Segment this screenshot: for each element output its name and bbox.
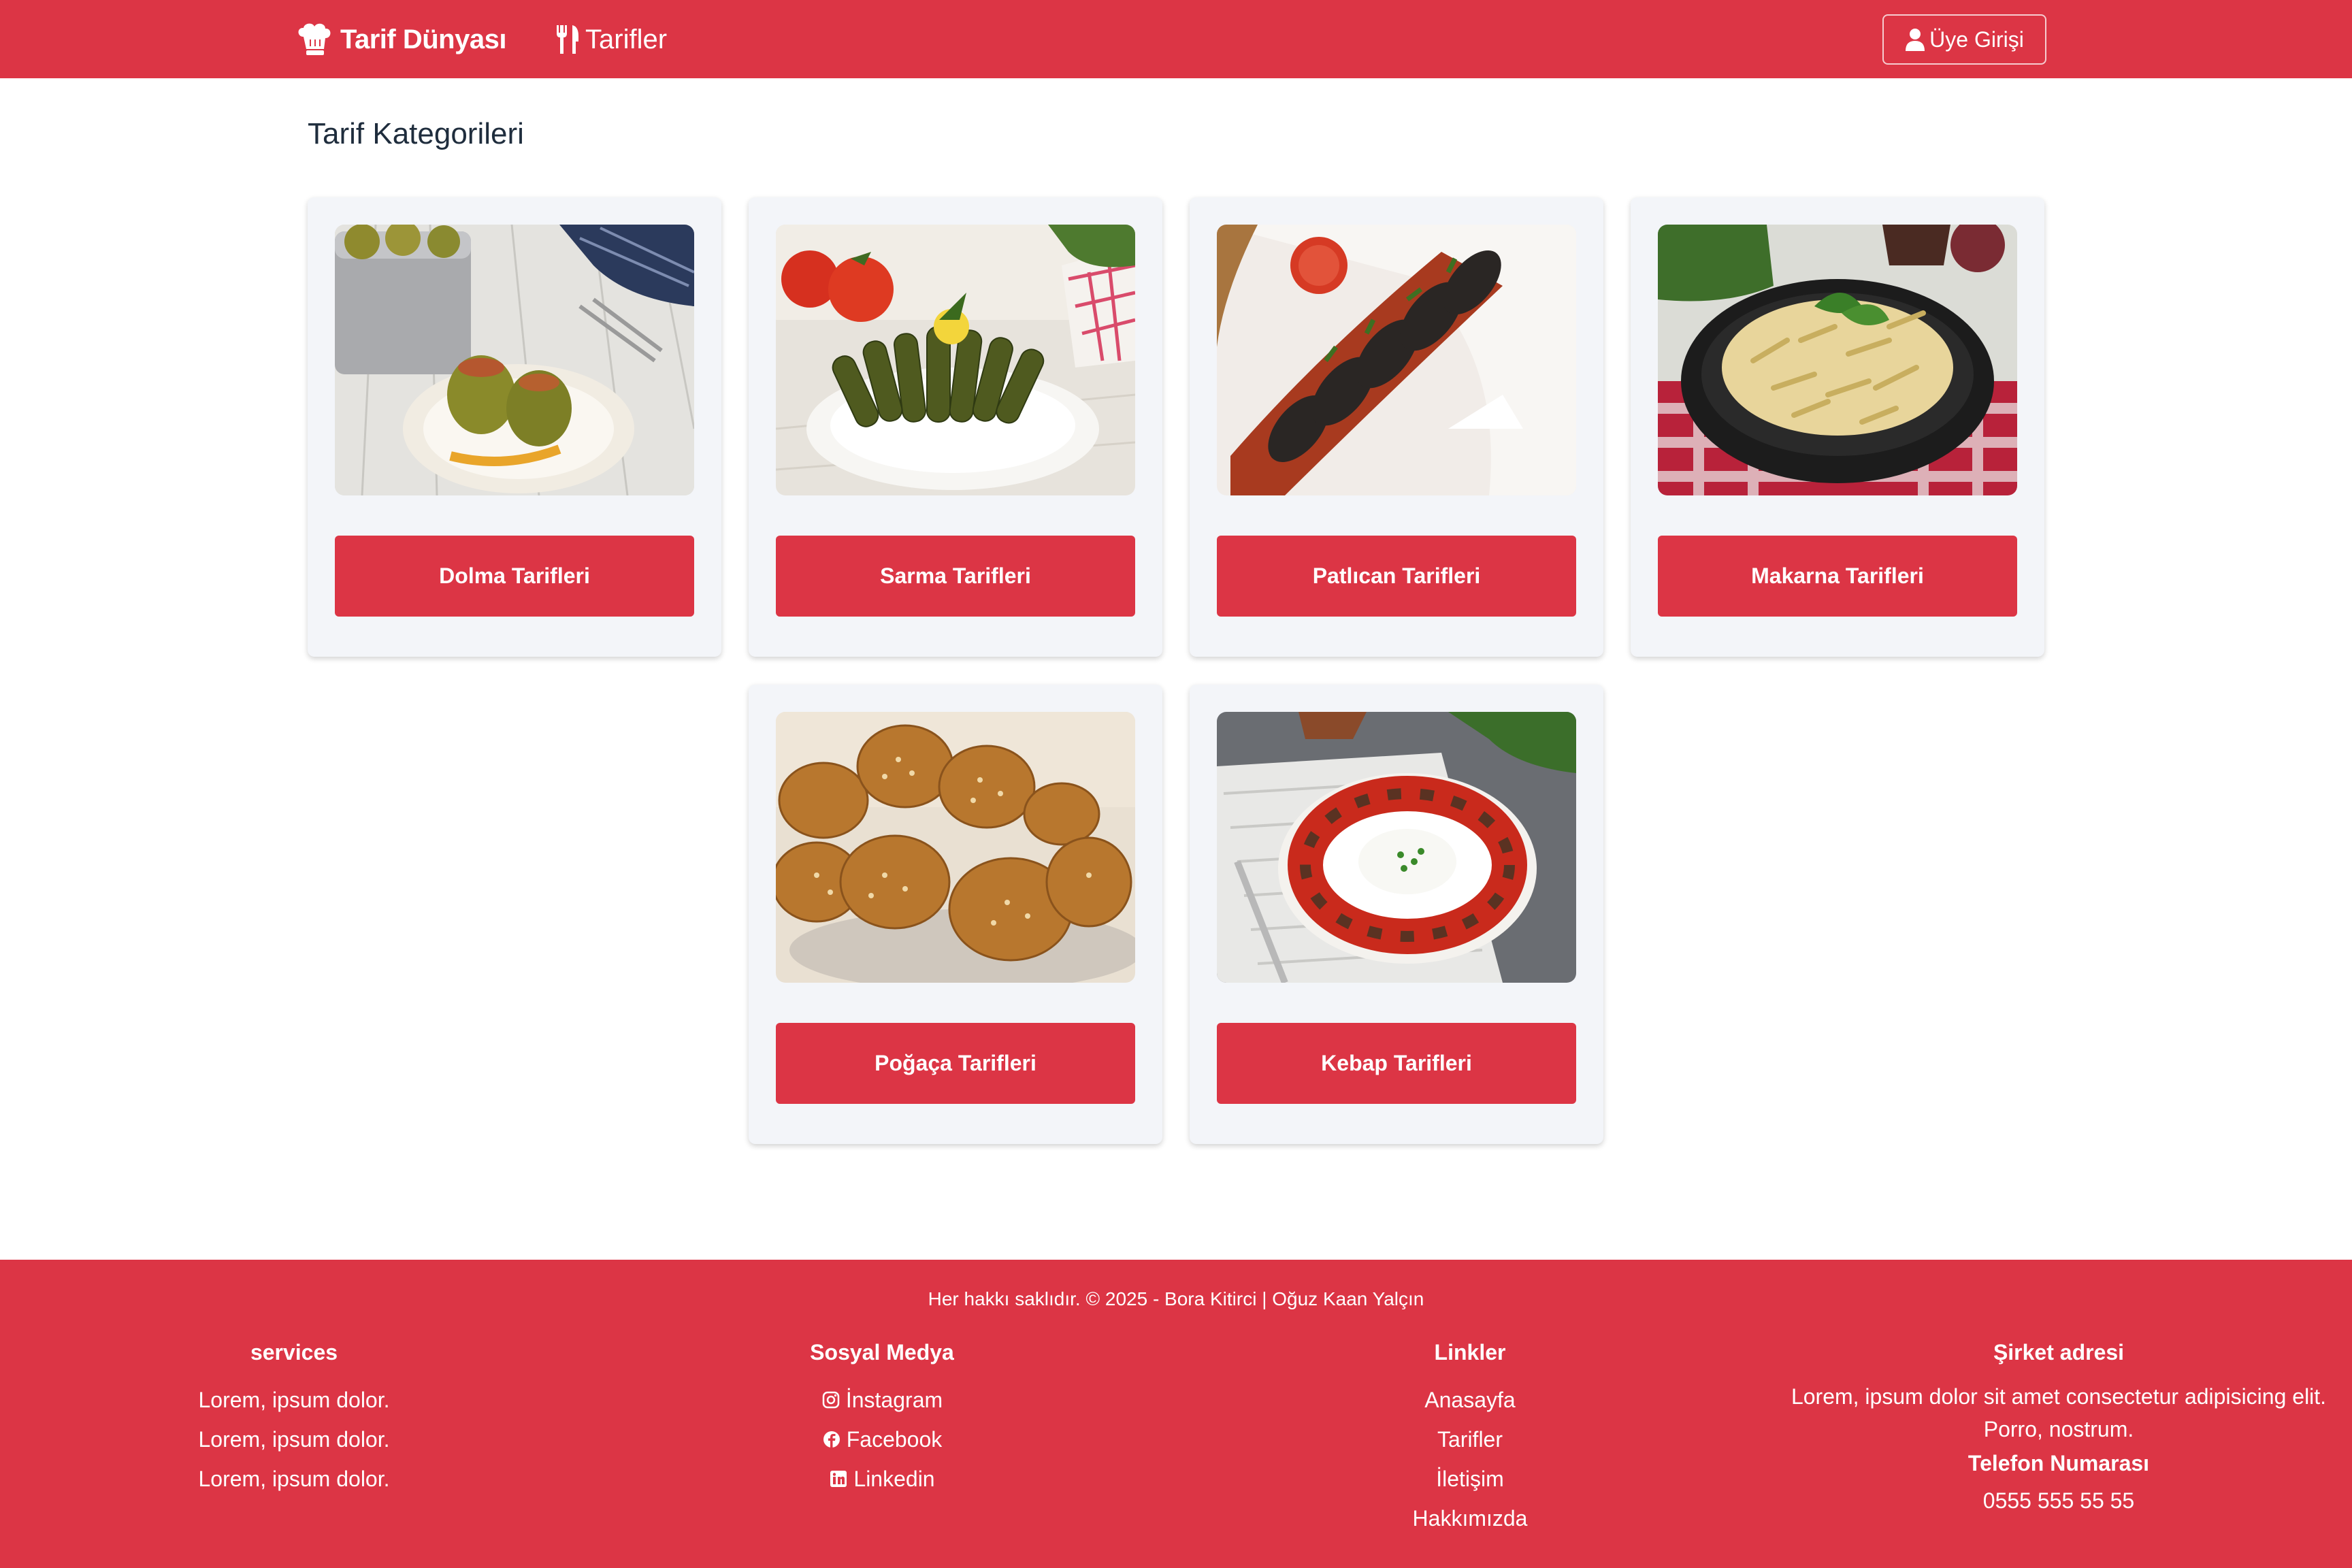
social-label: Linkedin — [853, 1466, 935, 1491]
footer-social: Sosyal Medya İnstagram Facebook Linkedin — [746, 1340, 1018, 1499]
footer-link-about[interactable]: Hakkımızda — [1334, 1499, 1606, 1538]
category-button[interactable]: Makarna Tarifleri — [1658, 536, 2017, 617]
chef-hat-icon — [298, 23, 331, 55]
footer-link-home[interactable]: Anasayfa — [1334, 1380, 1606, 1420]
services-item: Lorem, ipsum dolor. — [198, 1466, 390, 1491]
category-button[interactable]: Patlıcan Tarifleri — [1217, 536, 1576, 617]
category-button[interactable]: Dolma Tarifleri — [335, 536, 694, 617]
linkedin-icon — [830, 1471, 847, 1487]
services-item: Lorem, ipsum dolor. — [198, 1387, 390, 1412]
social-link-linkedin[interactable]: Linkedin — [746, 1459, 1018, 1499]
footer-address: Şirket adresi Lorem, ipsum dolor sit ame… — [1759, 1340, 2352, 1514]
footer-heading: Linkler — [1434, 1340, 1506, 1365]
brand-name: Tarif Dünyası — [340, 24, 506, 54]
pasta-photo — [1658, 225, 2017, 495]
category-card-makarna: Makarna Tarifleri — [1631, 197, 2044, 657]
nav-link-recipes[interactable]: Tarifler — [554, 19, 667, 60]
sesame-pastry-photo — [776, 712, 1135, 983]
user-icon — [1906, 29, 1925, 51]
nav-link-label: Tarifler — [585, 24, 668, 54]
stuffed-grape-leaves-photo — [776, 225, 1135, 495]
footer-heading: Şirket adresi — [1993, 1340, 2125, 1365]
footer-links: Linkler Anasayfa Tarifler İletişim Hakkı… — [1334, 1340, 1606, 1538]
utensils-icon — [557, 25, 578, 54]
category-button[interactable]: Sarma Tarifleri — [776, 536, 1135, 617]
category-button[interactable]: Kebap Tarifleri — [1217, 1023, 1576, 1104]
footer-heading: services — [250, 1340, 338, 1365]
login-label: Üye Girişi — [1929, 27, 2024, 52]
footer-services: services Lorem, ipsum dolor. Lorem, ipsu… — [158, 1340, 430, 1499]
category-card-dolma: Dolma Tarifleri — [308, 197, 721, 657]
instagram-icon — [822, 1391, 840, 1409]
eggplant-kebab-photo — [1217, 225, 1576, 495]
page-title: Tarif Kategorileri — [308, 117, 524, 150]
phone-number: 0555 555 55 55 — [1982, 1488, 2135, 1513]
social-label: Facebook — [846, 1426, 943, 1452]
category-card-patlican: Patlıcan Tarifleri — [1190, 197, 1603, 657]
footer: Her hakkı saklıdır. © 2025 - Bora Kitirc… — [0, 1260, 2352, 1568]
address-text: Lorem, ipsum dolor sit amet consectetur … — [1791, 1384, 2327, 1441]
category-card-kebap: Kebap Tarifleri — [1190, 685, 1603, 1144]
social-label: İnstagram — [845, 1387, 943, 1412]
brand-link[interactable]: Tarif Dünyası — [294, 19, 506, 60]
social-link-instagram[interactable]: İnstagram — [746, 1380, 1018, 1420]
footer-link-contact[interactable]: İletişim — [1334, 1459, 1606, 1499]
stuffed-peppers-photo — [335, 225, 694, 495]
kebab-plate-photo — [1217, 712, 1576, 983]
copyright-text: Her hakkı saklıdır. © 2025 - Bora Kitirc… — [928, 1288, 1424, 1309]
services-item: Lorem, ipsum dolor. — [198, 1426, 390, 1452]
category-card-sarma: Sarma Tarifleri — [749, 197, 1162, 657]
navbar: Tarif Dünyası Tarifler Üye Girişi — [0, 0, 2352, 78]
category-button[interactable]: Poğaça Tarifleri — [776, 1023, 1135, 1104]
social-link-facebook[interactable]: Facebook — [746, 1420, 1018, 1459]
facebook-icon — [823, 1431, 840, 1448]
login-button[interactable]: Üye Girişi — [1882, 14, 2046, 65]
phone-heading: Telefon Numarası — [1967, 1451, 2150, 1475]
footer-heading: Sosyal Medya — [810, 1340, 954, 1365]
footer-link-recipes[interactable]: Tarifler — [1334, 1420, 1606, 1459]
category-card-pogaca: Poğaça Tarifleri — [749, 685, 1162, 1144]
